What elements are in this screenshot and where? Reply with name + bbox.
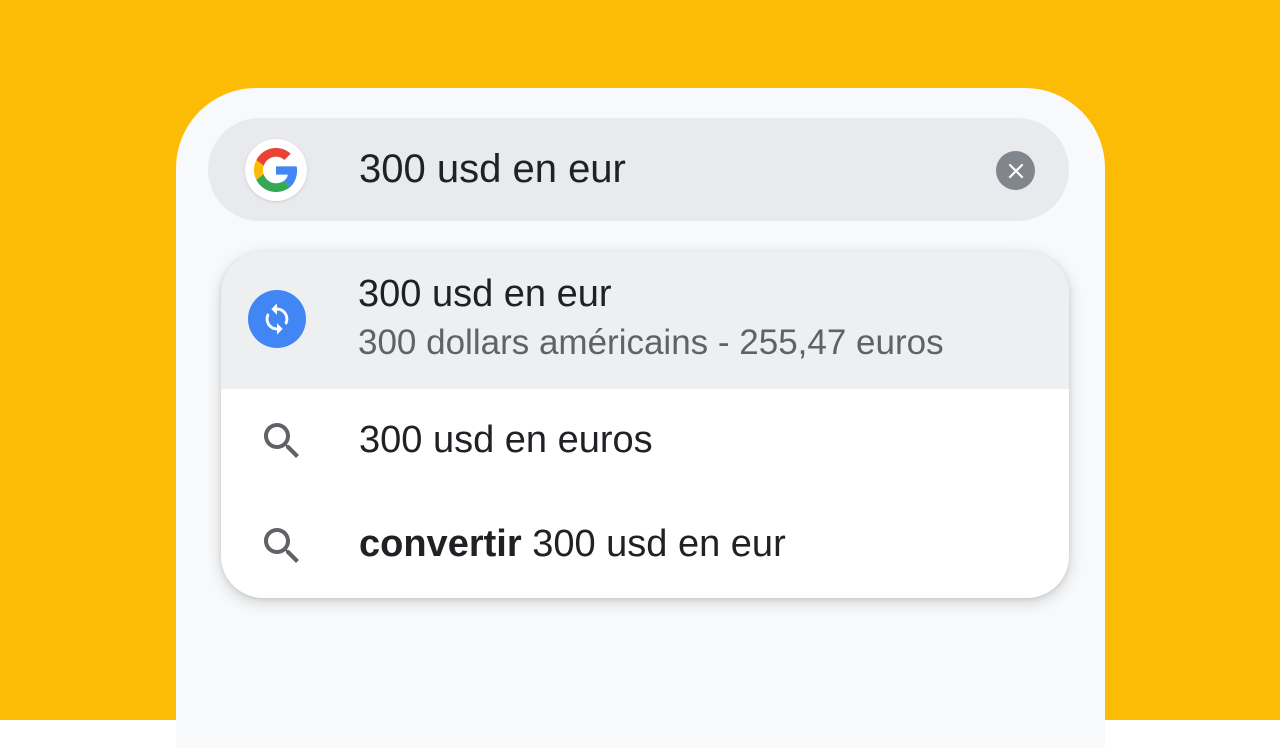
search-icon — [264, 528, 299, 563]
suggestion-item[interactable]: convertir 300 usd en eur — [221, 492, 1069, 598]
clear-search-button[interactable] — [996, 151, 1035, 190]
conversion-result: 300 dollars américains - 255,47 euros — [358, 323, 944, 362]
close-icon — [1008, 163, 1023, 178]
suggestions-dropdown: 300 usd en eur 300 dollars américains - … — [221, 252, 1069, 598]
suggestion-item[interactable]: 300 usd en euros — [221, 389, 1069, 492]
suggestion-text: convertir 300 usd en eur — [359, 522, 786, 566]
suggestion-title: 300 usd en eur — [358, 273, 612, 315]
suggestion-bold-prefix: convertir — [359, 523, 522, 565]
currency-convert-icon — [248, 290, 306, 348]
google-g-icon — [245, 139, 307, 201]
suggestion-text: 300 usd en euros — [359, 419, 653, 461]
suggestion-currency-conversion[interactable]: 300 usd en eur 300 dollars américains - … — [221, 252, 1069, 389]
search-input[interactable]: 300 usd en eur — [359, 146, 626, 192]
search-bar[interactable]: 300 usd en eur — [208, 118, 1069, 221]
search-icon — [264, 423, 299, 458]
suggestion-query: 300 usd en eur — [532, 523, 786, 565]
